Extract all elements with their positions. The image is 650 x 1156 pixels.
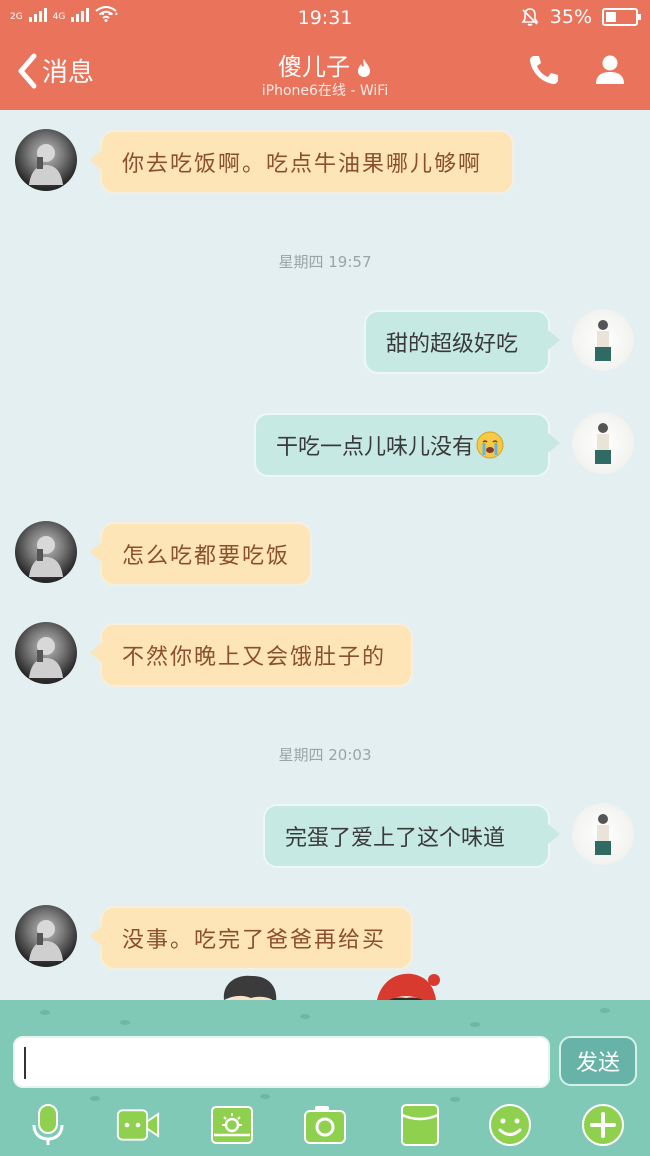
message-bubble-incoming[interactable]: 怎么吃都要吃饭 bbox=[90, 522, 312, 586]
profile-icon[interactable] bbox=[592, 52, 628, 88]
battery-fill bbox=[606, 12, 616, 22]
contact-name: 傻儿子 bbox=[278, 53, 350, 81]
image-icon[interactable] bbox=[210, 1103, 254, 1147]
chat-area[interactable]: 你去吃饭啊。吃点牛油果哪儿够啊 星期四 19:57 甜的超级好吃 干吃一点儿味儿… bbox=[0, 110, 650, 1000]
send-label: 发送 bbox=[575, 1051, 620, 1076]
message-bubble-outgoing[interactable]: 甜的超级好吃 bbox=[364, 310, 560, 374]
message-bubble-incoming[interactable]: 你去吃饭啊。吃点牛油果哪儿够啊 bbox=[90, 130, 514, 194]
contact-avatar[interactable] bbox=[15, 129, 77, 191]
message-text: 你去吃饭啊。吃点牛油果哪儿够啊 bbox=[122, 152, 483, 177]
decor-speckle bbox=[450, 1097, 460, 1102]
decor-speckle bbox=[600, 1008, 610, 1013]
message-bubble-incoming[interactable]: 没事。吃完了爸爸再给买 bbox=[90, 906, 413, 970]
decor-speckle bbox=[120, 1020, 130, 1025]
crying-emoji-icon bbox=[476, 431, 504, 459]
message-text: 没事。吃完了爸爸再给买 bbox=[122, 928, 387, 953]
battery-icon bbox=[602, 8, 641, 26]
message-bubble-outgoing[interactable]: 完蛋了爱上了这个味道 bbox=[263, 804, 560, 868]
message-timestamp: 星期四 20:03 bbox=[278, 746, 372, 764]
message-text: 干吃一点儿味儿没有 bbox=[276, 435, 475, 460]
decor-speckle bbox=[470, 1022, 480, 1027]
message-input[interactable] bbox=[13, 1036, 550, 1088]
contact-avatar[interactable] bbox=[15, 521, 77, 583]
contact-avatar[interactable] bbox=[15, 905, 77, 967]
decor-speckle bbox=[40, 1010, 50, 1015]
message-bubble-incoming[interactable]: 不然你晚上又会饿肚子的 bbox=[90, 623, 413, 687]
camera-icon[interactable] bbox=[303, 1103, 347, 1147]
my-avatar[interactable] bbox=[572, 803, 634, 865]
message-text: 怎么吃都要吃饭 bbox=[122, 544, 291, 569]
my-avatar[interactable] bbox=[572, 309, 634, 371]
message-timestamp: 星期四 19:57 bbox=[278, 253, 372, 271]
message-text: 甜的超级好吃 bbox=[386, 332, 519, 357]
status-right: 35% bbox=[520, 6, 641, 28]
send-button[interactable]: 发送 bbox=[559, 1036, 637, 1086]
decor-speckle bbox=[300, 1014, 310, 1019]
phone-icon[interactable] bbox=[526, 52, 562, 88]
message-bubble-outgoing[interactable]: 干吃一点儿味儿没有 bbox=[254, 413, 560, 477]
decor-speckle bbox=[260, 1094, 270, 1099]
video-icon[interactable] bbox=[116, 1103, 160, 1147]
decor-speckle bbox=[90, 1096, 100, 1101]
contact-avatar[interactable] bbox=[15, 622, 77, 684]
battery-percent: 35% bbox=[549, 6, 592, 28]
microphone-icon[interactable] bbox=[26, 1103, 70, 1147]
bell-muted-icon bbox=[521, 8, 539, 26]
top-bar: 2G 4G ··· 19:31 35% 消息 傻儿子 iPhone6在线 - W… bbox=[0, 0, 650, 110]
plus-icon[interactable] bbox=[581, 1103, 625, 1147]
message-text: 不然你晚上又会饿肚子的 bbox=[122, 645, 387, 670]
file-icon[interactable] bbox=[398, 1103, 442, 1147]
status-bar: 2G 4G ··· 19:31 35% bbox=[0, 0, 650, 36]
my-avatar[interactable] bbox=[572, 412, 634, 474]
flame-icon bbox=[358, 59, 370, 77]
emoji-icon[interactable] bbox=[488, 1103, 532, 1147]
message-text: 完蛋了爱上了这个味道 bbox=[285, 826, 506, 851]
text-caret bbox=[24, 1047, 26, 1079]
